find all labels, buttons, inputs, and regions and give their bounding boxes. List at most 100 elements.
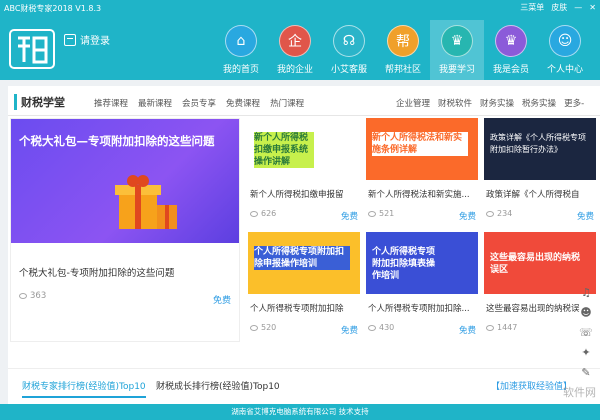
course-card[interactable]: 新个人所得税法和新实施条例详解 新个人所得税法和新实施... 521 免费 xyxy=(366,118,478,232)
featured-title: 个税大礼包-专项附加扣除的这些问题 xyxy=(19,268,175,279)
boost-experience-link[interactable]: 【加速获取经验值】 xyxy=(491,379,572,392)
window-controls: 三菜单 皮肤 — ✕ xyxy=(520,2,596,13)
nav-label: 我是会员 xyxy=(492,65,529,75)
course-card[interactable]: 个人所得税专项附加扣除申报操作培训 个人所得税专项附加扣除 520 免费 xyxy=(248,232,360,346)
views-count: 626 xyxy=(261,209,277,218)
course-thumbnail: 新个人所得税法和新实施条例详解 xyxy=(366,118,478,180)
app-header: ABC财税专家2018 V1.8.3 三菜单 皮肤 — ✕ 请登录 ⌂ 我的首页… xyxy=(0,0,600,80)
login-icon xyxy=(64,33,76,46)
minimize-button[interactable]: — xyxy=(574,3,582,12)
side-toolbar: ♫ ☻ ☏ ✦ ✎ xyxy=(576,286,596,380)
course-card[interactable]: 个人所得税专项附加扣除填表操作培训 个人所得税专项附加扣除... 430 免费 xyxy=(366,232,478,346)
menu-button[interactable]: 三菜单 xyxy=(520,2,544,13)
course-title: 个人所得税专项附加扣除 xyxy=(250,304,344,314)
views-icon xyxy=(368,324,376,331)
views-icon xyxy=(368,210,376,217)
course-category-links: 企业管理 财税软件 财务实操 税务实操 更多- xyxy=(396,97,584,109)
nav-community[interactable]: 帮 帮邦社区 xyxy=(376,20,430,78)
views-count: 520 xyxy=(261,323,277,332)
course-card[interactable]: 政策详解《个人所得税专项附加扣除暂行办法》 政策详解《个人所得税自 234 免费 xyxy=(484,118,596,232)
qq-icon[interactable]: ☻ xyxy=(579,306,593,320)
main-panel: 财税学堂 推荐课程 最新课程 会员专享 免费课程 热门课程 企业管理 财税软件 … xyxy=(8,86,600,404)
course-price: 免费 xyxy=(340,212,358,222)
course-views: 626 xyxy=(250,209,276,218)
nav-company[interactable]: 企 我的企业 xyxy=(268,20,322,78)
tab-expert-ranking[interactable]: 财税专家排行榜(经验值)Top10 xyxy=(22,379,146,398)
views-count: 234 xyxy=(497,209,513,218)
app-title: ABC财税专家2018 V1.8.3 xyxy=(4,4,102,13)
nav-home[interactable]: ⌂ 我的首页 xyxy=(214,20,268,78)
phone-icon[interactable]: ☏ xyxy=(579,326,593,340)
ranking-tabs: 财税专家排行榜(经验值)Top10 财税成长排行榜(经验值)Top10 【加速获… xyxy=(8,368,600,404)
watermark-text: 软件网 xyxy=(563,386,596,399)
title-bar: ABC财税专家2018 V1.8.3 三菜单 皮肤 — ✕ xyxy=(0,0,600,16)
course-thumbnail-text: 政策详解《个人所得税专项附加扣除暂行办法》 xyxy=(490,133,586,154)
nav-label: 我的企业 xyxy=(276,65,313,75)
views-count: 521 xyxy=(379,209,395,218)
category-finance[interactable]: 财务实操 xyxy=(480,97,514,109)
gift-icon xyxy=(115,175,177,229)
nav-service[interactable]: ☊ 小艾客服 xyxy=(322,20,376,78)
nav-label: 个人中心 xyxy=(546,65,583,75)
course-views: 520 xyxy=(250,323,276,332)
featured-price: 免费 xyxy=(212,296,231,306)
filter-free[interactable]: 免费课程 xyxy=(226,97,260,109)
tab-growth-ranking[interactable]: 财税成长排行榜(经验值)Top10 xyxy=(156,379,280,392)
course-thumbnail: 政策详解《个人所得税专项附加扣除暂行办法》 xyxy=(484,118,596,180)
footer: 湖南省艾博克电脑系统有限公司 技术支持 xyxy=(0,404,600,420)
featured-course-card[interactable]: 个税大礼包—专项附加扣除的这些问题 个税大礼包-专项附加扣除的这些问题 363 … xyxy=(10,118,240,342)
main-nav: ⌂ 我的首页 企 我的企业 ☊ 小艾客服 帮 帮邦社区 ♛ 我要学习 ♛ 我是会… xyxy=(214,20,592,80)
nav-profile[interactable]: ☺ 个人中心 xyxy=(538,20,592,78)
company-icon: 企 xyxy=(279,25,311,57)
course-title: 新个人所得税法和新实施... xyxy=(368,190,470,200)
course-thumbnail: 个人所得税专项附加扣除申报操作培训 xyxy=(248,232,360,294)
course-card[interactable]: 新个人所得税扣缴申报系统操作讲解 新个人所得税扣缴申报留 626 免费 xyxy=(248,118,360,232)
course-filter-links: 推荐课程 最新课程 会员专享 免费课程 热门课程 xyxy=(94,97,304,109)
nav-label: 帮邦社区 xyxy=(384,65,421,75)
views-icon xyxy=(19,293,27,299)
category-software[interactable]: 财税软件 xyxy=(438,97,472,109)
views-count: 1447 xyxy=(497,323,518,332)
edit-icon[interactable]: ✎ xyxy=(579,366,593,380)
views-icon xyxy=(250,210,258,217)
user-icon: ☺ xyxy=(549,25,581,57)
course-thumbnail-text: 这些最容易出现的纳税误区 xyxy=(490,253,581,275)
crown-icon: ♛ xyxy=(495,25,527,57)
course-price: 免费 xyxy=(458,326,476,336)
featured-banner: 个税大礼包—专项附加扣除的这些问题 xyxy=(11,119,239,243)
category-more[interactable]: 更多- xyxy=(564,97,584,109)
bell-icon[interactable]: ♫ xyxy=(579,286,593,300)
close-button[interactable]: ✕ xyxy=(589,3,596,12)
course-price: 免费 xyxy=(458,212,476,222)
course-views: 1447 xyxy=(486,323,517,332)
skin-button[interactable]: 皮肤 xyxy=(551,2,567,13)
section-title: 财税学堂 xyxy=(14,94,65,110)
course-thumbnail-text: 个人所得税专项附加扣除申报操作培训 xyxy=(254,246,350,270)
course-title: 政策详解《个人所得税自 xyxy=(486,190,580,200)
category-management[interactable]: 企业管理 xyxy=(396,97,430,109)
filter-latest[interactable]: 最新课程 xyxy=(138,97,172,109)
home-icon: ⌂ xyxy=(225,25,257,57)
nav-label: 小艾客服 xyxy=(330,65,367,75)
views-icon xyxy=(486,324,494,331)
lightbulb-icon[interactable]: ✦ xyxy=(579,346,593,360)
course-views: 521 xyxy=(368,209,394,218)
nav-label: 我的首页 xyxy=(222,65,259,75)
login-link[interactable]: 请登录 xyxy=(64,32,110,47)
course-thumbnail-text: 个人所得税专项附加扣除填表操作培训 xyxy=(372,247,436,281)
nav-label: 我要学习 xyxy=(438,65,475,75)
views-icon xyxy=(486,210,494,217)
category-tax[interactable]: 税务实操 xyxy=(522,97,556,109)
category-bar: 财税学堂 推荐课程 最新课程 会员专享 免费课程 热门课程 企业管理 财税软件 … xyxy=(8,86,600,116)
course-price: 免费 xyxy=(340,326,358,336)
course-views: 234 xyxy=(486,209,512,218)
nav-study[interactable]: ♛ 我要学习 xyxy=(430,20,484,80)
nav-member[interactable]: ♛ 我是会员 xyxy=(484,20,538,78)
filter-member[interactable]: 会员专享 xyxy=(182,97,216,109)
views-count: 363 xyxy=(30,291,47,301)
filter-hot[interactable]: 热门课程 xyxy=(270,97,304,109)
filter-recommended[interactable]: 推荐课程 xyxy=(94,97,128,109)
course-thumbnail-text: 新个人所得税扣缴申报系统操作讲解 xyxy=(254,132,314,168)
headset-icon: ☊ xyxy=(333,25,365,57)
featured-views: 363 xyxy=(19,291,46,301)
